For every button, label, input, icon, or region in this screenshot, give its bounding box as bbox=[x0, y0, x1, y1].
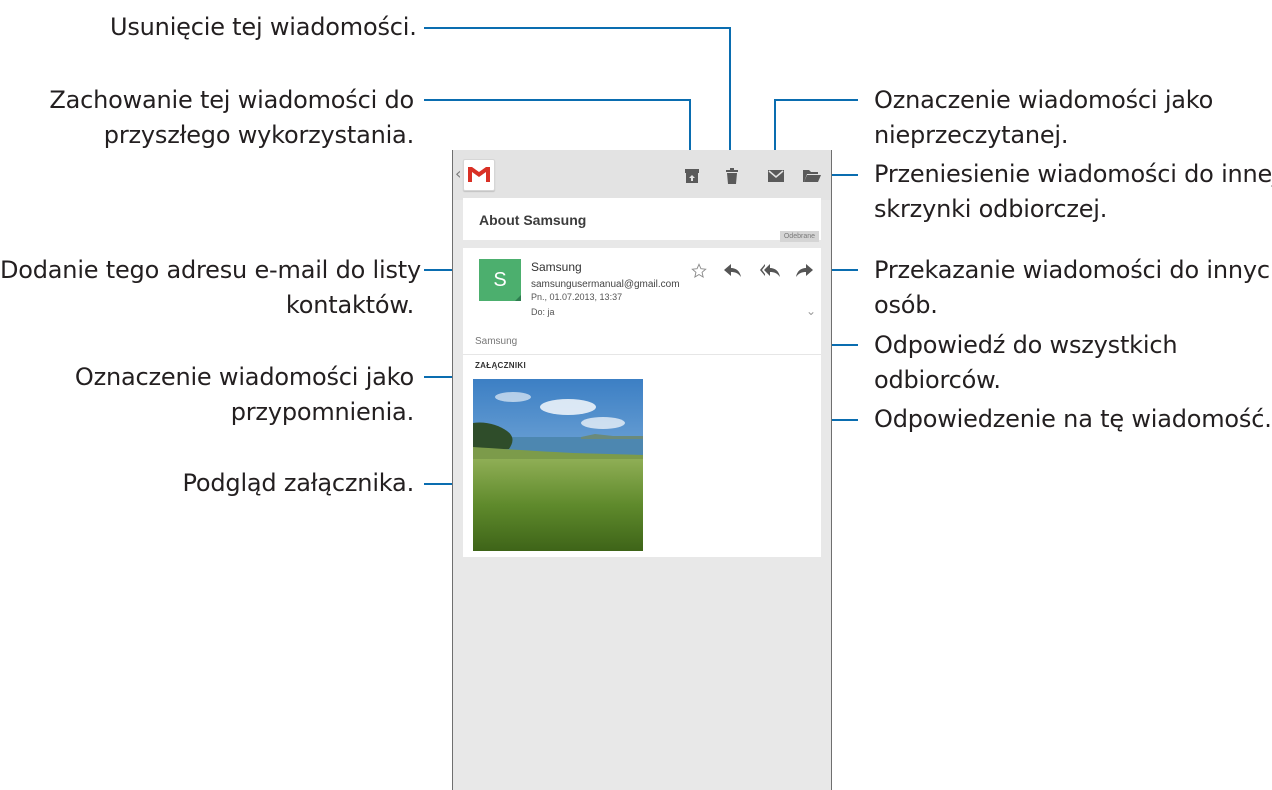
callout-reply-text: Odpowiedzenie na tę wiadomość. bbox=[874, 405, 1272, 433]
forward-button[interactable] bbox=[794, 262, 814, 280]
phone-screen: ‹ About Samsung Odebrane S Samsung samsu… bbox=[452, 150, 832, 790]
move-button[interactable] bbox=[799, 164, 825, 188]
callout-archive: Zachowanie tej wiadomości do przyszłego … bbox=[40, 83, 414, 153]
callout-move: Przeniesienie wiadomości do innej skrzyn… bbox=[874, 157, 1272, 227]
gmail-m-icon bbox=[468, 167, 490, 182]
leader-delete bbox=[424, 27, 731, 160]
gmail-logo[interactable] bbox=[463, 159, 495, 191]
archive-icon bbox=[685, 169, 699, 183]
sender-email: samsungusermanual@gmail.com bbox=[531, 279, 680, 290]
callout-delete-text: Usunięcie tej wiadomości. bbox=[110, 13, 417, 41]
callout-add-contact-line-2: kontaktów. bbox=[285, 291, 414, 319]
action-bar: ‹ bbox=[453, 150, 831, 200]
attachment-thumbnail[interactable] bbox=[473, 379, 643, 551]
chevron-down-icon[interactable]: ⌄ bbox=[806, 304, 816, 318]
attachments-header: ZAŁĄCZNIKI bbox=[475, 361, 526, 370]
mark-unread-button[interactable] bbox=[763, 164, 789, 188]
avatar[interactable]: S bbox=[479, 259, 521, 301]
email-subject: About Samsung bbox=[479, 212, 587, 228]
callout-preview: Podgląd załącznika. bbox=[110, 466, 414, 501]
callout-preview-text: Podgląd załącznika. bbox=[182, 469, 414, 497]
subject-card: About Samsung Odebrane bbox=[463, 198, 821, 242]
callout-forward: Przekazanie wiadomości do innych osób. bbox=[874, 253, 1272, 323]
callout-add-contact-line-1: Dodanie tego adresu e-mail do listy bbox=[0, 256, 421, 284]
callout-archive-line-2: przyszłego wykorzystania. bbox=[103, 121, 414, 149]
message-date: Pn., 01.07.2013, 13:37 bbox=[531, 292, 623, 302]
attachment-landscape-image bbox=[473, 379, 643, 551]
folder-icon bbox=[803, 170, 821, 182]
message-body: Samsung bbox=[475, 336, 518, 347]
callout-reply: Odpowiedzenie na tę wiadomość. bbox=[874, 402, 1272, 437]
sender-name: Samsung bbox=[531, 260, 582, 274]
callout-forward-line-1: Przekazanie wiadomości do innych bbox=[874, 256, 1272, 284]
callout-reply-all-line-2: odbiorców. bbox=[874, 366, 1001, 394]
message-recipient: Do: ja bbox=[531, 307, 555, 317]
star-outline-icon bbox=[691, 263, 707, 278]
reply-all-button[interactable] bbox=[760, 262, 780, 280]
callout-delete: Usunięcie tej wiadomości. bbox=[110, 10, 417, 45]
reply-all-icon bbox=[760, 264, 780, 277]
star-button[interactable] bbox=[689, 262, 709, 280]
callout-add-contact: Dodanie tego adresu e-mail do listy kont… bbox=[0, 253, 421, 323]
callout-forward-line-2: osób. bbox=[874, 291, 938, 319]
callout-mark-unread-line-1: Oznaczenie wiadomości jako bbox=[874, 86, 1214, 114]
callout-reply-all: Odpowiedź do wszystkich odbiorców. bbox=[874, 328, 1178, 398]
callout-archive-line-1: Zachowanie tej wiadomości do bbox=[49, 86, 414, 114]
reply-button[interactable] bbox=[723, 262, 743, 280]
callout-mark-unread: Oznaczenie wiadomości jako nieprzeczytan… bbox=[874, 83, 1213, 153]
inbox-label-tag[interactable]: Odebrane bbox=[779, 231, 819, 242]
message-card: S Samsung samsungusermanual@gmail.com Pn… bbox=[463, 248, 821, 557]
divider bbox=[463, 354, 821, 355]
callout-move-line-2: skrzynki odbiorczej. bbox=[874, 195, 1108, 223]
archive-button[interactable] bbox=[679, 164, 705, 188]
callout-mark-unread-line-2: nieprzeczytanej. bbox=[874, 121, 1069, 149]
callout-star-line-2: przypomnienia. bbox=[230, 398, 414, 426]
chevron-left-icon[interactable]: ‹ bbox=[455, 164, 461, 183]
callout-reply-all-line-1: Odpowiedź do wszystkich bbox=[874, 331, 1178, 359]
trash-icon bbox=[726, 168, 738, 184]
envelope-icon bbox=[768, 170, 784, 182]
callout-star-line-1: Oznaczenie wiadomości jako bbox=[74, 363, 414, 391]
forward-icon bbox=[796, 264, 813, 277]
callout-move-line-1: Przeniesienie wiadomości do innej bbox=[874, 160, 1272, 188]
reply-icon bbox=[724, 264, 741, 277]
callout-star: Oznaczenie wiadomości jako przypomnienia… bbox=[40, 360, 414, 430]
delete-button[interactable] bbox=[719, 164, 745, 188]
